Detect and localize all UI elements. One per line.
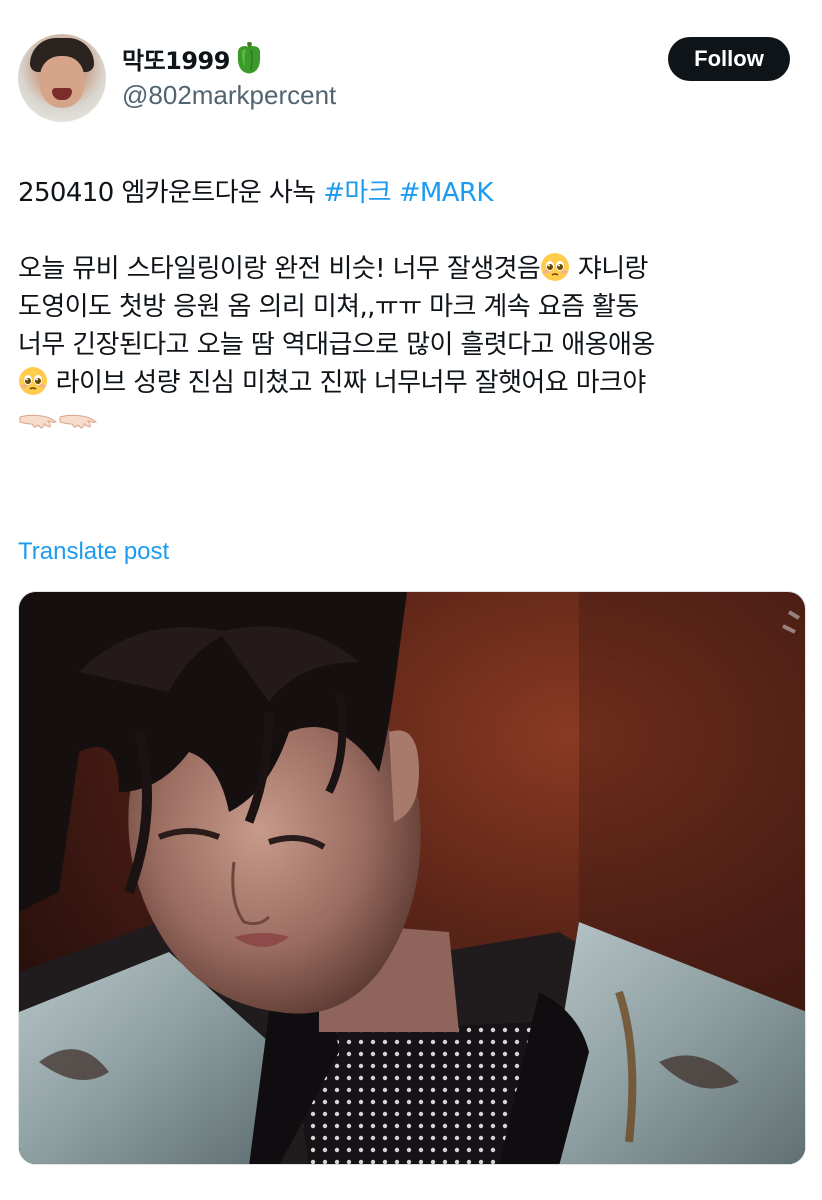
post-photo-image [19,592,805,1164]
translate-post-link[interactable]: Translate post [18,538,169,566]
author-handle[interactable]: @802markpercent [122,80,336,111]
pleading-face-icon [541,253,570,281]
post-line-3: 도영이도 첫방 응원 옴 의리 미쳐,,ㅠㅠ 마크 계속 요즘 활동 [18,292,639,322]
post-line-2: 오늘 뮤비 스타일링이랑 완전 비슷! 너무 잘생겻음 쟈니랑 [18,250,808,288]
post-photo[interactable] [18,591,806,1165]
post-line-5: 라이브 성량 진심 미쳤고 진짜 너무너무 잘햇어요 마크야 [18,364,808,402]
follow-button[interactable]: Follow [668,37,790,81]
post-text: 250410 엠카운트다운 사녹 #마크 #MARK 오늘 뮤비 스타일링이랑 … [18,174,808,440]
palm-down-hand-icon [59,414,98,429]
post-line-4: 너무 긴장된다고 오늘 땀 역대급으로 많이 흘렷다고 애옹애옹 [18,330,655,360]
post-line-2-text: 오늘 뮤비 스타일링이랑 완전 비슷! 너무 잘생겻음 [18,254,541,284]
avatar-face [40,56,84,108]
post-line-blank [18,212,808,250]
post-line-1: 250410 엠카운트다운 사녹 #마크 #MARK [18,174,808,212]
post-line-1-text: 250410 엠카운트다운 사녹 [18,178,324,208]
post-line-5-text: 라이브 성량 진심 미쳤고 진짜 너무너무 잘햇어요 마크야 [48,368,647,398]
hashtag-mark[interactable]: #MARK [399,178,494,208]
palm-down-hand-icon [19,414,58,429]
author-display-name[interactable]: 막또1999 [122,41,230,76]
hashtag-mark-korean[interactable]: #마크 [323,178,391,208]
post-line-6 [18,402,808,440]
green-bell-pepper-icon [237,42,261,74]
user-avatar[interactable] [18,34,106,122]
author-name-row[interactable]: 막또1999 [122,40,264,76]
post-line-2-tail: 쟈니랑 [570,254,649,284]
pleading-face-icon [19,367,47,395]
